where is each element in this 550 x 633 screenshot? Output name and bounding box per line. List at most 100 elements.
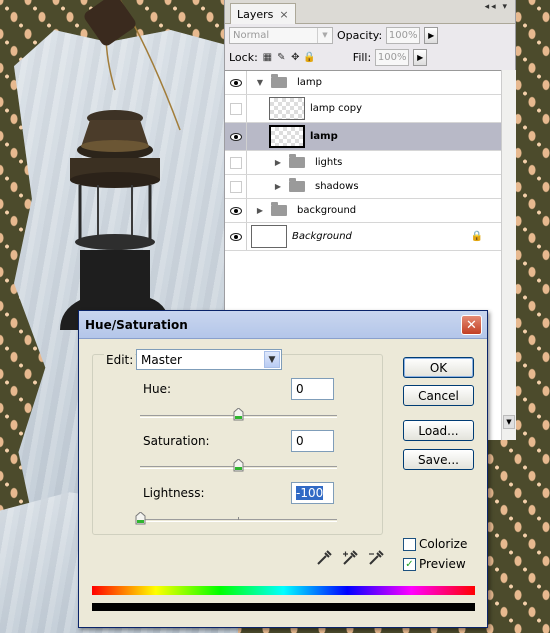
eyedropper-minus-icon[interactable] bbox=[367, 549, 385, 567]
lock-transparency-icon[interactable]: ▦ bbox=[262, 52, 273, 63]
layer-row-lamp-copy[interactable]: lamp copy bbox=[225, 95, 501, 123]
layers-scrollbar[interactable]: ▼ bbox=[501, 70, 516, 440]
hidden-icon bbox=[229, 180, 242, 193]
expand-right-icon[interactable]: ▶ bbox=[255, 206, 265, 215]
lantern-image bbox=[60, 0, 181, 330]
lock-icons: ▦ ✎ ✥ 🔒 bbox=[262, 52, 316, 63]
layers-panel-tabbar: Layers × ◂◂ ▾ bbox=[225, 0, 515, 24]
blend-mode-select[interactable]: Normal ▼ bbox=[229, 26, 333, 44]
lock-label: Lock: bbox=[229, 50, 258, 64]
layer-name: lamp bbox=[310, 131, 338, 142]
folder-icon bbox=[271, 74, 287, 88]
dialog-title-bar[interactable]: Hue/Saturation ✕ bbox=[79, 311, 487, 339]
colorize-option[interactable]: Colorize bbox=[403, 537, 467, 551]
blend-mode-value: Normal bbox=[233, 29, 270, 41]
saturation-value: 0 bbox=[296, 434, 304, 448]
hue-value: 0 bbox=[296, 382, 304, 396]
eyedropper-icon[interactable] bbox=[315, 549, 333, 567]
layer-row-lamp[interactable]: lamp bbox=[225, 123, 501, 151]
layer-row-shadows[interactable]: ▶ shadows bbox=[225, 175, 501, 199]
eye-icon bbox=[229, 132, 242, 141]
result-color-bar bbox=[92, 603, 475, 611]
preview-option[interactable]: ✓ Preview bbox=[403, 557, 466, 571]
colorize-checkbox[interactable] bbox=[403, 537, 416, 551]
panel-menu-icon[interactable]: ◂◂ ▾ bbox=[485, 2, 509, 12]
layer-thumbnail bbox=[269, 125, 305, 148]
slider-center-tick bbox=[238, 517, 239, 520]
hue-label: Hue: bbox=[143, 382, 172, 396]
expand-down-icon[interactable]: ▼ bbox=[255, 78, 265, 87]
preview-checkbox[interactable]: ✓ bbox=[403, 557, 416, 571]
lock-brush-icon[interactable]: ✎ bbox=[276, 52, 287, 63]
folder-icon bbox=[289, 154, 305, 168]
colorize-label: Colorize bbox=[419, 537, 468, 551]
saturation-input[interactable]: 0 bbox=[291, 430, 334, 452]
tab-close-icon[interactable]: × bbox=[279, 8, 288, 21]
eyedropper-plus-icon[interactable] bbox=[341, 549, 359, 567]
hidden-icon bbox=[229, 156, 242, 169]
blend-row: Normal ▼ Opacity: 100% ▶ bbox=[225, 24, 515, 46]
folder-icon bbox=[271, 202, 287, 216]
lock-all-icon[interactable]: 🔒 bbox=[303, 52, 315, 63]
opacity-field[interactable]: 100% bbox=[386, 26, 421, 44]
fill-field[interactable]: 100% bbox=[375, 48, 410, 66]
ok-button[interactable]: OK bbox=[403, 357, 474, 378]
eye-icon bbox=[229, 232, 242, 241]
lock-move-icon[interactable]: ✥ bbox=[290, 52, 301, 63]
visibility-toggle[interactable] bbox=[225, 151, 247, 174]
lightness-label: Lightness: bbox=[143, 486, 205, 500]
saturation-label: Saturation: bbox=[143, 434, 210, 448]
visibility-toggle[interactable] bbox=[225, 223, 247, 250]
hue-slider-thumb[interactable] bbox=[233, 408, 244, 421]
cancel-button[interactable]: Cancel bbox=[403, 385, 474, 406]
adjustment-group bbox=[92, 354, 383, 535]
edit-select[interactable]: Master ▼ bbox=[136, 349, 282, 370]
eye-icon bbox=[229, 78, 242, 87]
layer-row-lights[interactable]: ▶ lights bbox=[225, 151, 501, 175]
opacity-arrow-icon[interactable]: ▶ bbox=[424, 26, 439, 44]
layer-name: lights bbox=[315, 157, 343, 168]
close-icon[interactable]: ✕ bbox=[461, 315, 482, 335]
chevron-down-icon: ▼ bbox=[317, 27, 332, 43]
saturation-slider-thumb[interactable] bbox=[233, 459, 244, 472]
layer-name: background bbox=[297, 205, 357, 216]
load-button[interactable]: Load... bbox=[403, 420, 474, 441]
lightness-slider-thumb[interactable] bbox=[135, 512, 146, 525]
tab-layers[interactable]: Layers × bbox=[230, 3, 296, 24]
visibility-toggle[interactable] bbox=[225, 71, 247, 94]
visibility-toggle[interactable] bbox=[225, 175, 247, 198]
folder-icon bbox=[289, 178, 305, 192]
expand-right-icon[interactable]: ▶ bbox=[273, 182, 283, 191]
layer-thumbnail bbox=[251, 225, 287, 248]
chevron-down-icon: ▼ bbox=[264, 351, 280, 368]
layer-name: lamp copy bbox=[310, 103, 363, 114]
dialog-title: Hue/Saturation bbox=[85, 318, 188, 332]
edit-select-value: Master bbox=[141, 352, 182, 367]
lightness-input[interactable]: -100 bbox=[291, 482, 334, 504]
layer-thumbnail bbox=[269, 97, 305, 120]
hue-input[interactable]: 0 bbox=[291, 378, 334, 400]
expand-right-icon[interactable]: ▶ bbox=[273, 158, 283, 167]
layer-row-lamp-group[interactable]: ▼ lamp bbox=[225, 71, 501, 95]
lock-row: Lock: ▦ ✎ ✥ 🔒 Fill: 100% ▶ bbox=[225, 46, 515, 68]
hue-saturation-dialog: Hue/Saturation ✕ Edit: Master ▼ Hue: 0 S… bbox=[78, 310, 488, 628]
hidden-icon bbox=[229, 102, 242, 115]
fill-arrow-icon[interactable]: ▶ bbox=[413, 48, 428, 66]
opacity-label: Opacity: bbox=[337, 28, 383, 42]
preview-label: Preview bbox=[419, 557, 466, 571]
visibility-toggle[interactable] bbox=[225, 123, 247, 150]
visibility-toggle[interactable] bbox=[225, 199, 247, 222]
scroll-down-icon[interactable]: ▼ bbox=[503, 415, 515, 429]
lightness-value: -100 bbox=[296, 486, 324, 500]
save-button[interactable]: Save... bbox=[403, 449, 474, 470]
edit-label: Edit: bbox=[104, 353, 136, 367]
layer-row-background[interactable]: Background 🔒 bbox=[225, 223, 501, 251]
layer-row-background-group[interactable]: ▶ background bbox=[225, 199, 501, 223]
eyedropper-tools bbox=[315, 549, 385, 567]
tab-layers-label: Layers bbox=[237, 7, 274, 21]
lock-icon: 🔒 bbox=[470, 231, 483, 242]
layer-name: shadows bbox=[315, 181, 359, 192]
visibility-toggle[interactable] bbox=[225, 95, 247, 122]
source-color-spectrum-bar bbox=[92, 586, 475, 595]
layer-name: Background bbox=[292, 231, 352, 242]
